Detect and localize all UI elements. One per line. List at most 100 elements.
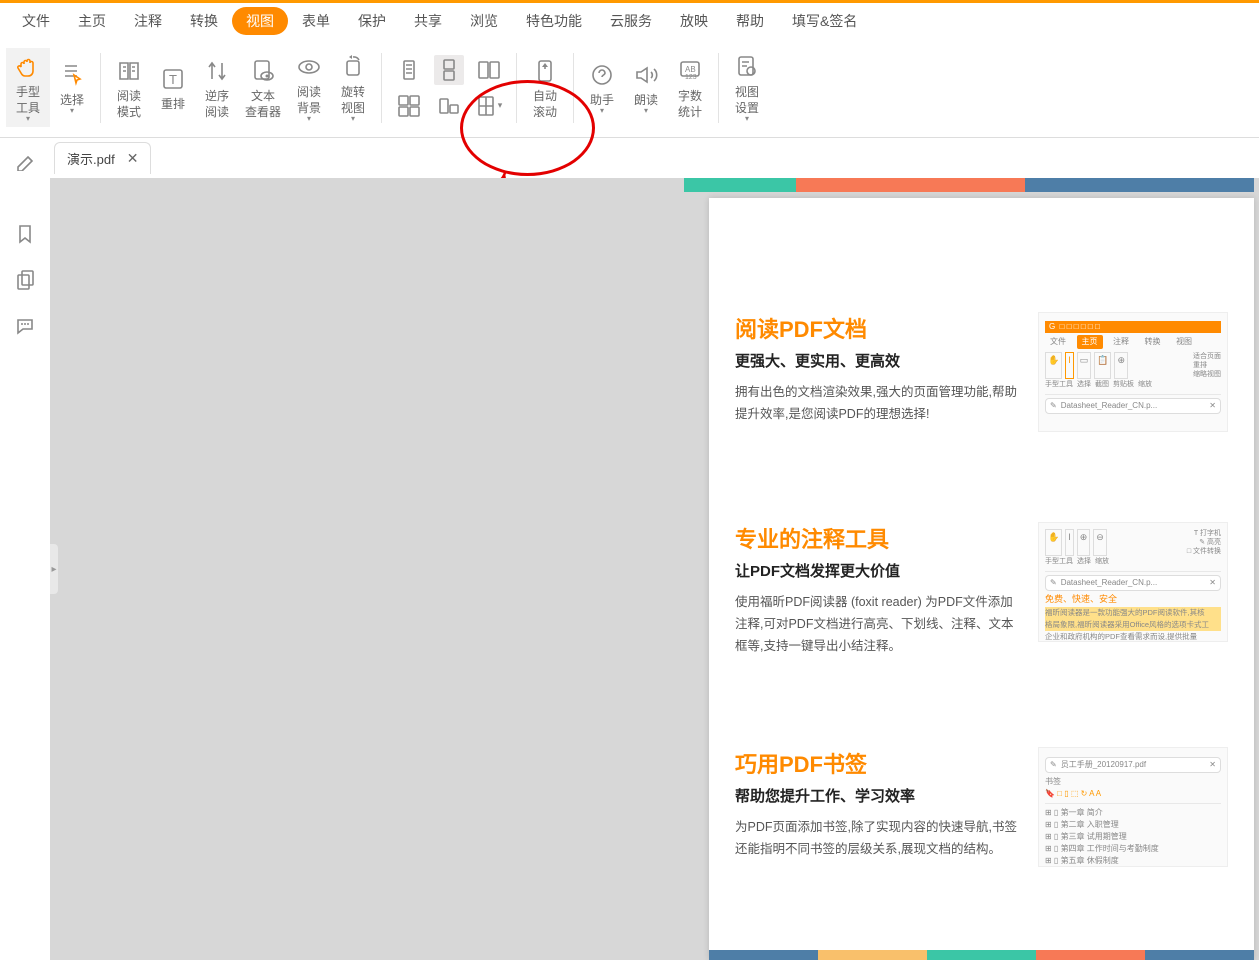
facing-page-icon[interactable] [474, 55, 504, 85]
section-subtitle: 更强大、更实用、更高效 [735, 350, 1018, 371]
rotate-view-label: 旋转 视图 [341, 84, 365, 116]
reflow-icon: T [158, 64, 188, 94]
cover-page-icon[interactable] [434, 91, 464, 121]
section-read: 阅读PDF文档 更强大、更实用、更高效 拥有出色的文档渲染效果,强大的页面管理功… [709, 282, 1254, 432]
menu-view[interactable]: 视图 [232, 7, 288, 35]
section-thumb: ✎ 员工手册_20120917.pdf✕ 书签 🔖 □ ▯ ⬚ ↻ A A ⊞ … [1038, 747, 1228, 867]
menu-convert[interactable]: 转换 [176, 7, 232, 35]
ribbon: 手型 工具 ▾ 选择 ▾ 阅读 模式 T 重排 逆序 阅读 文本 查看器 阅读 … [0, 38, 1259, 138]
reverse-read-button[interactable]: 逆序 阅读 [195, 52, 239, 124]
document-tab[interactable]: 演示.pdf ✕ [54, 142, 151, 174]
hand-tool-button[interactable]: 手型 工具 ▾ [6, 48, 50, 127]
left-sidebar [0, 138, 50, 960]
section-body: 拥有出色的文档渲染效果,强大的页面管理功能,帮助提升效率,是您阅读PDF的理想选… [735, 381, 1018, 425]
menu-protect[interactable]: 保护 [344, 7, 400, 35]
reflow-button[interactable]: T 重排 [151, 60, 195, 116]
svg-text:T: T [169, 72, 177, 87]
close-icon[interactable]: ✕ [127, 150, 139, 167]
text-viewer-label: 文本 查看器 [245, 88, 281, 120]
auto-scroll-label: 自动 滚动 [533, 88, 557, 120]
menu-bar: 文件 主页 注释 转换 视图 表单 保护 共享 浏览 特色功能 云服务 放映 帮… [0, 0, 1259, 38]
workspace: 演示.pdf ✕ ▸ x 阅读PDF文档 [0, 138, 1259, 960]
read-bg-button[interactable]: 阅读 背景 ▾ [287, 48, 331, 127]
word-count-button[interactable]: AB123 字数 统计 [668, 52, 712, 124]
document-page: x 阅读PDF文档 更强大、更实用、更高效 拥有出色的文档渲染效果,强大的页面管… [709, 198, 1254, 960]
auto-scroll-button[interactable]: 自动 滚动 [523, 52, 567, 124]
menu-present[interactable]: 放映 [666, 7, 722, 35]
rotate-icon [338, 52, 368, 82]
book-icon [114, 56, 144, 86]
reverse-read-label: 逆序 阅读 [205, 88, 229, 120]
menu-form[interactable]: 表单 [288, 7, 344, 35]
section-annotate: 专业的注释工具 让PDF文档发挥更大价值 使用福昕PDF阅读器 (foxit r… [709, 492, 1254, 657]
section-subtitle: 让PDF文档发挥更大价值 [735, 560, 1018, 581]
separator [573, 53, 574, 123]
expand-handle[interactable]: ▸ [50, 544, 58, 594]
speak-button[interactable]: 朗读 ▾ [624, 56, 668, 119]
view-settings-button[interactable]: 视图 设置 ▾ [725, 48, 769, 127]
document-tabs: 演示.pdf ✕ [50, 138, 1259, 178]
section-title: 巧用PDF书签 [735, 747, 1018, 779]
bookmark-icon[interactable] [13, 222, 37, 246]
reverse-icon [202, 56, 232, 86]
section-title: 专业的注释工具 [735, 522, 1018, 554]
speaker-icon [631, 60, 661, 90]
continuous-facing-icon[interactable] [394, 91, 424, 121]
chevron-down-icon: ▾ [745, 114, 749, 123]
section-body: 使用福昕PDF阅读器 (foxit reader) 为PDF文件添加注释,可对P… [735, 591, 1018, 657]
continuous-page-icon[interactable] [434, 55, 464, 85]
document-canvas[interactable]: ▸ x 阅读PDF文档 更强大、更实用、更高效 拥 [50, 178, 1259, 960]
chevron-down-icon: ▾ [307, 114, 311, 123]
chevron-down-icon: ▾ [70, 106, 74, 115]
read-bg-label: 阅读 背景 [297, 84, 321, 116]
hand-tool-label: 手型 工具 [16, 84, 40, 116]
pencil-icon[interactable] [13, 148, 37, 172]
section-body: 为PDF页面添加书签,除了实现内容的快速导航,书签还能指明不同书签的层级关系,展… [735, 816, 1018, 860]
menu-browse[interactable]: 浏览 [456, 7, 512, 35]
section-thumb: ✋ Ι ⊕ ⊖ T 打字机 ✎ 高亮 □ 文件转换 [1038, 522, 1228, 642]
menu-cloud[interactable]: 云服务 [596, 7, 666, 35]
select-icon [57, 60, 87, 90]
split-view-icon[interactable]: ▾ [474, 91, 504, 121]
chevron-down-icon: ▾ [644, 106, 648, 115]
menu-home[interactable]: 主页 [64, 7, 120, 35]
chevron-down-icon: ▾ [351, 114, 355, 123]
pages-icon[interactable] [13, 268, 37, 292]
document-tab-label: 演示.pdf [67, 149, 115, 168]
eye-icon [294, 52, 324, 82]
section-subtitle: 帮助您提升工作、学习效率 [735, 785, 1018, 806]
svg-text:123: 123 [685, 74, 697, 81]
separator [516, 53, 517, 123]
assistant-button[interactable]: 助手 ▾ [580, 56, 624, 119]
separator [718, 53, 719, 123]
page-bottom-stripes [709, 950, 1254, 960]
text-viewer-button[interactable]: 文本 查看器 [239, 52, 287, 124]
settings-page-icon [732, 52, 762, 82]
section-thumb: G □ □ □ □ □ □ 文件 主页 注释 转换 视图 ✋ Ι [1038, 312, 1228, 432]
assistant-icon [587, 60, 617, 90]
menu-share[interactable]: 共享 [400, 7, 456, 35]
rotate-view-button[interactable]: 旋转 视图 ▾ [331, 48, 375, 127]
single-page-icon[interactable] [394, 55, 424, 85]
chevron-down-icon: ▾ [26, 114, 30, 123]
read-mode-label: 阅读 模式 [117, 88, 141, 120]
menu-annot[interactable]: 注释 [120, 7, 176, 35]
reflow-label: 重排 [161, 96, 185, 112]
section-bookmark: 巧用PDF书签 帮助您提升工作、学习效率 为PDF页面添加书签,除了实现内容的快… [709, 717, 1254, 867]
menu-feature[interactable]: 特色功能 [512, 7, 596, 35]
scroll-icon [530, 56, 560, 86]
wordcount-icon: AB123 [675, 56, 705, 86]
word-count-label: 字数 统计 [678, 88, 702, 120]
menu-sign[interactable]: 填写&签名 [778, 7, 871, 35]
chevron-down-icon: ▾ [600, 106, 604, 115]
hand-icon [13, 52, 43, 82]
view-settings-label: 视图 设置 [735, 84, 759, 116]
read-mode-button[interactable]: 阅读 模式 [107, 52, 151, 124]
menu-help[interactable]: 帮助 [722, 7, 778, 35]
separator [100, 53, 101, 123]
eye-page-icon [248, 56, 278, 86]
page-layout-group: ▾ [388, 51, 510, 125]
select-button[interactable]: 选择 ▾ [50, 56, 94, 119]
menu-file[interactable]: 文件 [8, 7, 64, 35]
comments-icon[interactable] [13, 314, 37, 338]
